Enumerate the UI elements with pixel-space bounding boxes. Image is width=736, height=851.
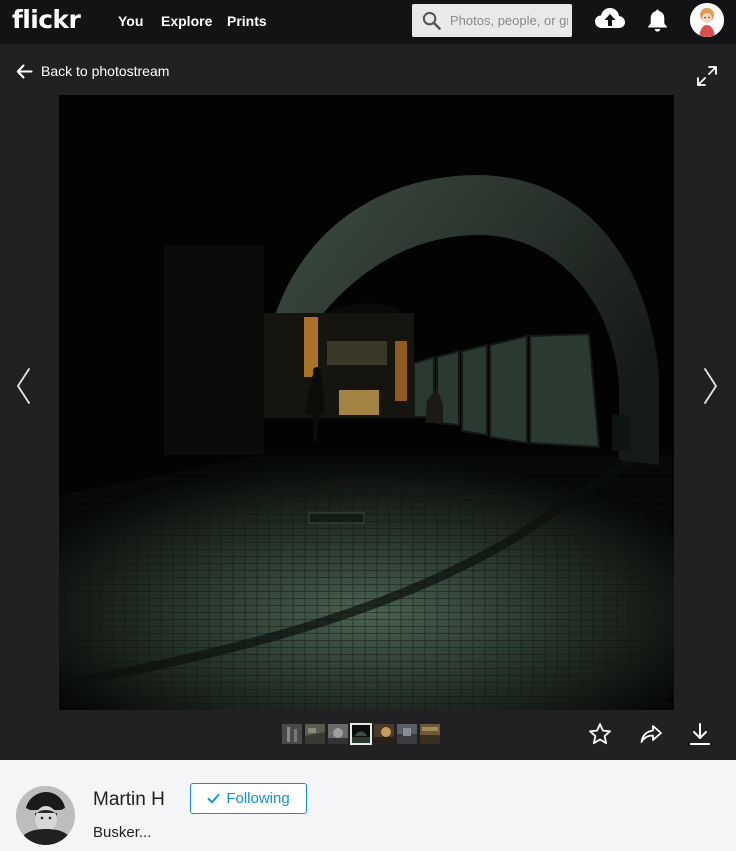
check-icon — [207, 793, 220, 804]
search-icon[interactable] — [422, 11, 441, 30]
flickr-logo[interactable]: flickr — [12, 5, 81, 34]
filmstrip-thumbnail[interactable] — [397, 724, 417, 744]
next-photo-chevron-icon[interactable] — [699, 366, 721, 406]
following-button[interactable]: Following — [190, 783, 307, 814]
favorite-star-icon[interactable] — [588, 722, 612, 746]
owner-avatar-image — [16, 786, 75, 845]
photo-filmstrip — [282, 723, 440, 745]
search-input[interactable] — [450, 4, 568, 37]
filmstrip-thumbnail[interactable] — [328, 724, 348, 744]
owner-name[interactable]: Martin H — [93, 789, 165, 811]
following-label: Following — [226, 790, 290, 807]
upload-cloud-icon[interactable] — [594, 6, 626, 32]
nav-you-link[interactable]: You — [118, 13, 143, 29]
back-to-photostream-label: Back to photostream — [41, 63, 170, 79]
search-box — [412, 4, 572, 37]
filmstrip-thumbnail[interactable] — [374, 724, 394, 744]
filmstrip-thumbnail[interactable] — [420, 724, 440, 744]
previous-photo-chevron-icon[interactable] — [13, 366, 35, 406]
filmstrip-thumbnail-active[interactable] — [350, 723, 372, 745]
owner-avatar[interactable] — [16, 786, 75, 845]
filmstrip-thumbnail[interactable] — [305, 724, 325, 744]
share-arrow-icon[interactable] — [639, 722, 663, 746]
fullscreen-expand-icon[interactable] — [696, 65, 718, 87]
arrow-left-icon — [16, 64, 33, 78]
nav-explore-link[interactable]: Explore — [161, 13, 212, 29]
user-avatar-image — [690, 3, 724, 37]
photo-owner-panel: Martin H Following Busker... — [0, 760, 736, 851]
top-navigation-bar: flickr You Explore Prints — [0, 0, 736, 44]
nav-prints-link[interactable]: Prints — [227, 13, 267, 29]
main-photo[interactable] — [59, 95, 674, 710]
photo-title: Busker... — [93, 824, 152, 841]
user-avatar[interactable] — [690, 3, 724, 37]
photo-tunnel-image — [59, 95, 674, 710]
download-icon[interactable] — [689, 722, 711, 746]
back-to-photostream-link[interactable]: Back to photostream — [16, 63, 169, 79]
filmstrip-thumbnail[interactable] — [282, 724, 302, 744]
bell-icon[interactable] — [647, 8, 668, 32]
